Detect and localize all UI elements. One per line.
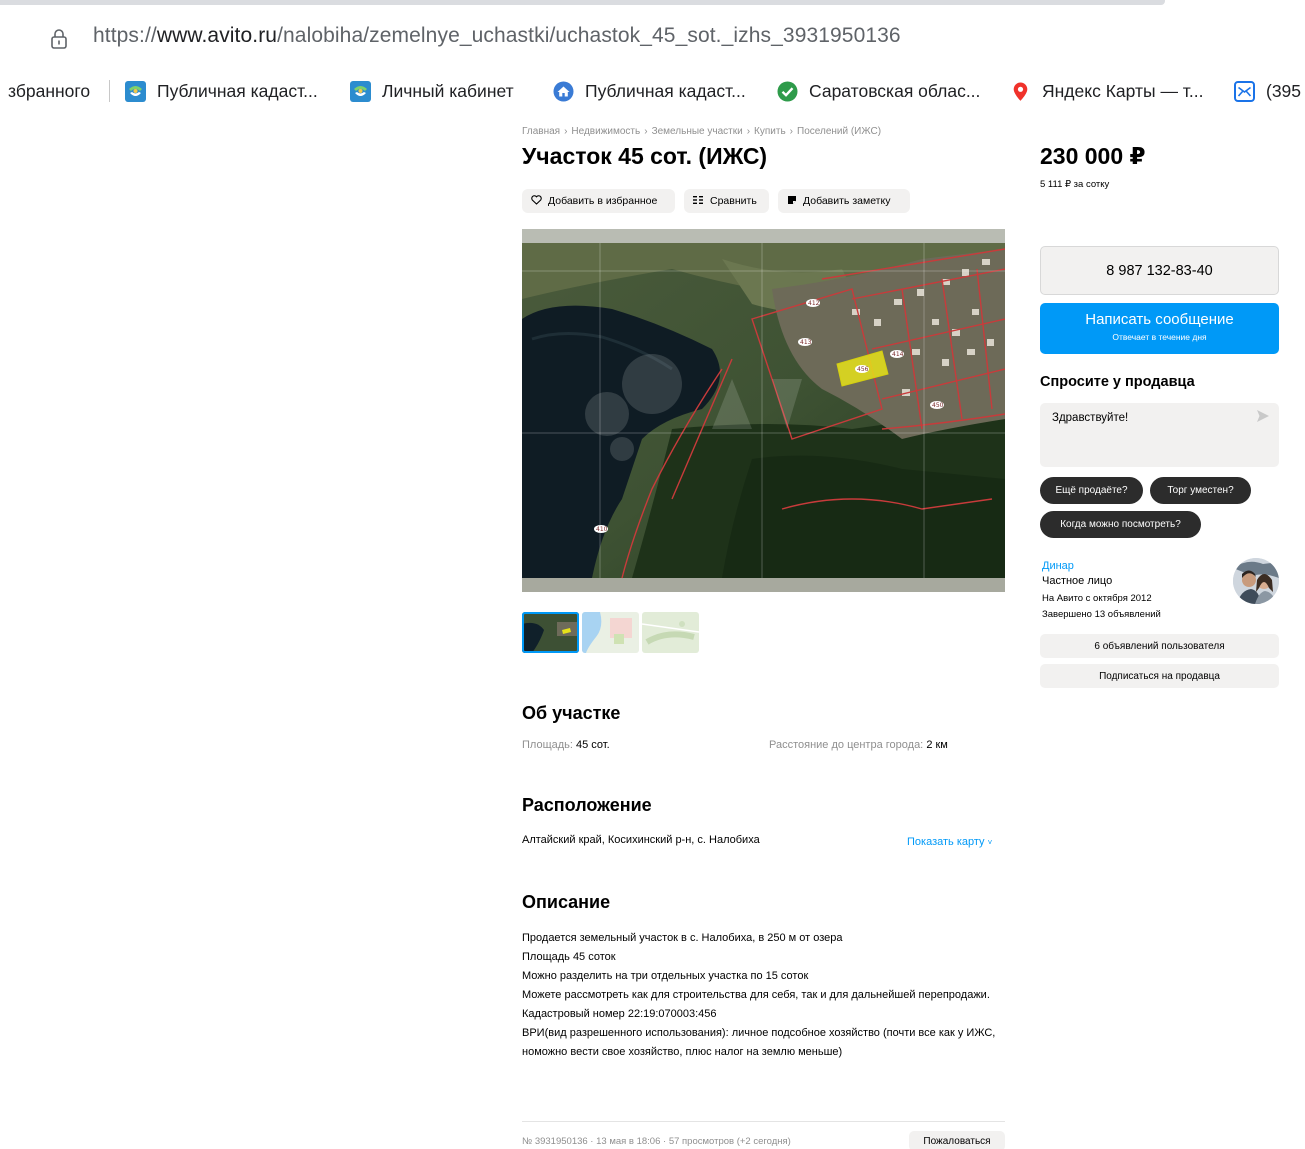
svg-text:456: 456 [857, 366, 869, 373]
add-note-button[interactable]: Добавить заметку [778, 189, 910, 213]
avatar[interactable] [1233, 558, 1279, 604]
send-icon[interactable] [1256, 409, 1270, 427]
bookmarks-bar: збранного Публичная кадаст... Личный каб… [0, 72, 1305, 110]
ask-seller-input[interactable]: Здравствуйте! [1040, 403, 1279, 467]
distance-label: Расстояние до центра города: [769, 739, 924, 751]
map-pin-icon [1010, 81, 1031, 102]
about-heading: Об участке [522, 703, 621, 723]
chip-still-selling[interactable]: Ещё продаёте? [1040, 477, 1143, 504]
footer-divider [522, 1121, 1005, 1122]
address-bar-url[interactable]: https://www.avito.ru/nalobiha/zemelnye_u… [93, 24, 901, 48]
compare-label: Сравнить [710, 195, 757, 207]
report-button[interactable]: Пожаловаться [909, 1131, 1005, 1149]
chip-when-to-view[interactable]: Когда можно посмотреть? [1040, 511, 1201, 538]
description-line: Площадь 45 соток [522, 951, 616, 963]
svg-text:414: 414 [892, 351, 904, 358]
bookmark-mail[interactable]: (395 [1234, 80, 1301, 102]
seller-name-link[interactable]: Динар [1042, 560, 1074, 572]
breadcrumb-settlement[interactable]: Поселений (ИЖС) [797, 126, 881, 137]
bookmark-saratov-region[interactable]: Саратовская облас... [777, 80, 980, 102]
bookmark-label: Публичная кадаст... [585, 80, 746, 101]
message-button-title: Написать сообщение [1085, 311, 1234, 328]
description-line: Можете рассмотреть как для строительства… [522, 989, 990, 1001]
main-photo[interactable]: 412 413 414 450 456 410 [522, 229, 1005, 592]
bookmark-favorites-partial[interactable]: збранного [8, 80, 90, 102]
heart-icon [531, 194, 542, 208]
distance-value: 2 км [926, 739, 948, 751]
listing-meta: № 3931950136 · 13 мая в 18:06 · 57 просм… [522, 1136, 791, 1147]
write-message-button[interactable]: Написать сообщение Отвечает в течение дн… [1040, 303, 1279, 354]
location-heading: Расположение [522, 795, 652, 815]
subscribe-seller-button[interactable]: Подписаться на продавца [1040, 664, 1279, 688]
add-to-favorites-button[interactable]: Добавить в избранное [522, 189, 675, 213]
breadcrumb: Главная › Недвижимость › Земельные участки › К… [522, 126, 882, 137]
svg-text:412: 412 [808, 300, 820, 307]
compare-icon [693, 195, 704, 208]
bookmark-public-cadastre-2[interactable]: Публичная кадаст... [553, 80, 746, 102]
area-field: Площадь: 45 сот. [522, 739, 610, 751]
seller-type: Частное лицо [1042, 575, 1113, 587]
bookmark-separator [109, 80, 110, 102]
ask-seller-text: Здравствуйте! [1052, 412, 1129, 424]
show-map-label: Показать карту [907, 836, 985, 848]
distance-field: Расстояние до центра города: 2 км [769, 739, 948, 751]
chip-bargain[interactable]: Торг уместен? [1150, 477, 1251, 504]
thumbnail-2[interactable] [582, 612, 639, 653]
note-label: Добавить заметку [803, 195, 891, 207]
breadcrumb-home[interactable]: Главная [522, 126, 560, 137]
price-per-unit: 5 111 ₽ за сотку [1040, 179, 1110, 190]
compare-button[interactable]: Сравнить [684, 189, 769, 213]
chevron-down-icon: ˅ [987, 838, 993, 847]
globe-house-icon [553, 81, 574, 102]
seller-completed: Завершено 13 объявлений [1042, 609, 1161, 620]
breadcrumb-realty[interactable]: Недвижимость [571, 126, 640, 137]
lock-icon[interactable] [49, 28, 69, 50]
area-value: 45 сот. [576, 739, 610, 751]
favorite-label: Добавить в избранное [548, 195, 658, 207]
description-text: Продается земельный участок в с. Налобих… [522, 929, 1010, 1062]
bookmark-yandex-maps[interactable]: Яндекс Карты — т... [1010, 80, 1203, 102]
bookmark-label: Саратовская облас... [809, 80, 981, 101]
description-heading: Описание [522, 892, 611, 912]
breadcrumb-land[interactable]: Земельные участки [652, 126, 743, 137]
seller-since: На Авито с октября 2012 [1042, 593, 1152, 604]
page-title: Участок 45 сот. (ИЖС) [522, 143, 768, 169]
url-scheme: https:// [93, 24, 157, 47]
area-label: Площадь: [522, 739, 573, 751]
bookmark-label: (395 [1266, 80, 1302, 101]
description-line: ВРИ(вид разрешенного использования): лич… [522, 1027, 996, 1058]
browser-tab-strip-edge [0, 0, 1165, 5]
address-text: Алтайский край, Косихинский р-н, с. Нало… [522, 834, 760, 846]
rosreestr-icon [350, 80, 371, 102]
svg-text:410: 410 [596, 526, 608, 533]
price: 230 000 ₽ [1040, 143, 1146, 169]
bookmark-label: Публичная кадаст... [157, 80, 318, 101]
seller-listings-button[interactable]: 6 объявлений пользователя [1040, 634, 1279, 658]
bookmark-personal-account[interactable]: Личный кабинет [350, 80, 514, 102]
show-phone-button[interactable]: 8 987 132-83-40 [1040, 246, 1279, 295]
thumbnail-3[interactable] [642, 612, 699, 653]
description-line: Кадастровый номер 22:19:070003:456 [522, 1008, 717, 1020]
show-map-link[interactable]: Показать карту ˅ [907, 836, 992, 848]
description-line: Продается земельный участок в с. Налобих… [522, 932, 843, 944]
mail-icon [1234, 80, 1255, 102]
thumbnail-1[interactable] [522, 612, 579, 653]
svg-text:413: 413 [800, 339, 812, 346]
rosreestr-icon [125, 80, 146, 102]
ask-seller-heading: Спросите у продавца [1040, 374, 1195, 390]
url-host: www.avito.ru [156, 24, 278, 47]
bookmark-label: збранного [8, 80, 91, 101]
message-button-subtitle: Отвечает в течение дня [1112, 332, 1207, 342]
breadcrumb-buy[interactable]: Купить [754, 126, 786, 137]
svg-text:450: 450 [932, 402, 944, 409]
description-line: Можно разделить на три отдельных участка… [522, 970, 809, 982]
check-circle-icon [777, 81, 798, 102]
bookmark-label: Личный кабинет [382, 80, 514, 101]
bookmark-public-cadastre-1[interactable]: Публичная кадаст... [125, 80, 318, 102]
url-path: /nalobiha/zemelnye_uchastki/uchastok_45_… [277, 24, 901, 47]
note-icon [787, 195, 797, 208]
bookmark-label: Яндекс Карты — т... [1042, 80, 1204, 101]
